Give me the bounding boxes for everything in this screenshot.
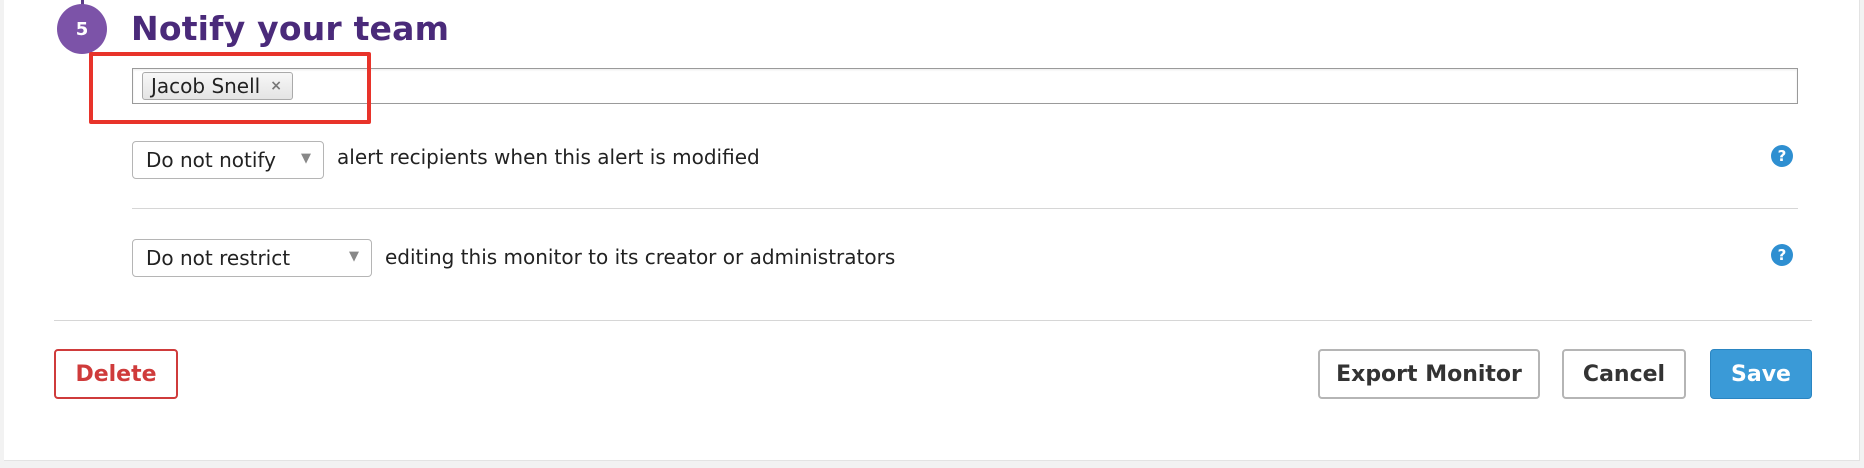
chevron-down-icon: ▼ <box>349 249 359 264</box>
question-circle-icon[interactable]: ? <box>1771 244 1793 266</box>
step-number-badge: 5 <box>57 4 107 54</box>
cancel-button[interactable]: Cancel <box>1562 349 1686 399</box>
section-divider <box>54 320 1812 321</box>
restrict-editing-select[interactable]: Do not restrict ▼ <box>132 239 372 277</box>
notify-modification-select-value: Do not notify <box>146 148 276 172</box>
export-monitor-button[interactable]: Export Monitor <box>1318 349 1540 399</box>
row-divider <box>132 208 1798 209</box>
section-title: Notify your team <box>131 9 450 48</box>
chevron-down-icon: ▼ <box>301 151 311 166</box>
recipients-input[interactable]: Jacob Snell × <box>132 68 1798 104</box>
restrict-editing-text: editing this monitor to its creator or a… <box>385 245 896 269</box>
annotation-highlight-box <box>89 52 371 124</box>
question-circle-icon[interactable]: ? <box>1771 145 1793 167</box>
notify-modification-select[interactable]: Do not notify ▼ <box>132 141 324 179</box>
notify-modification-text: alert recipients when this alert is modi… <box>337 145 760 169</box>
save-button[interactable]: Save <box>1710 349 1812 399</box>
delete-button[interactable]: Delete <box>54 349 178 399</box>
restrict-editing-select-value: Do not restrict <box>146 246 291 270</box>
